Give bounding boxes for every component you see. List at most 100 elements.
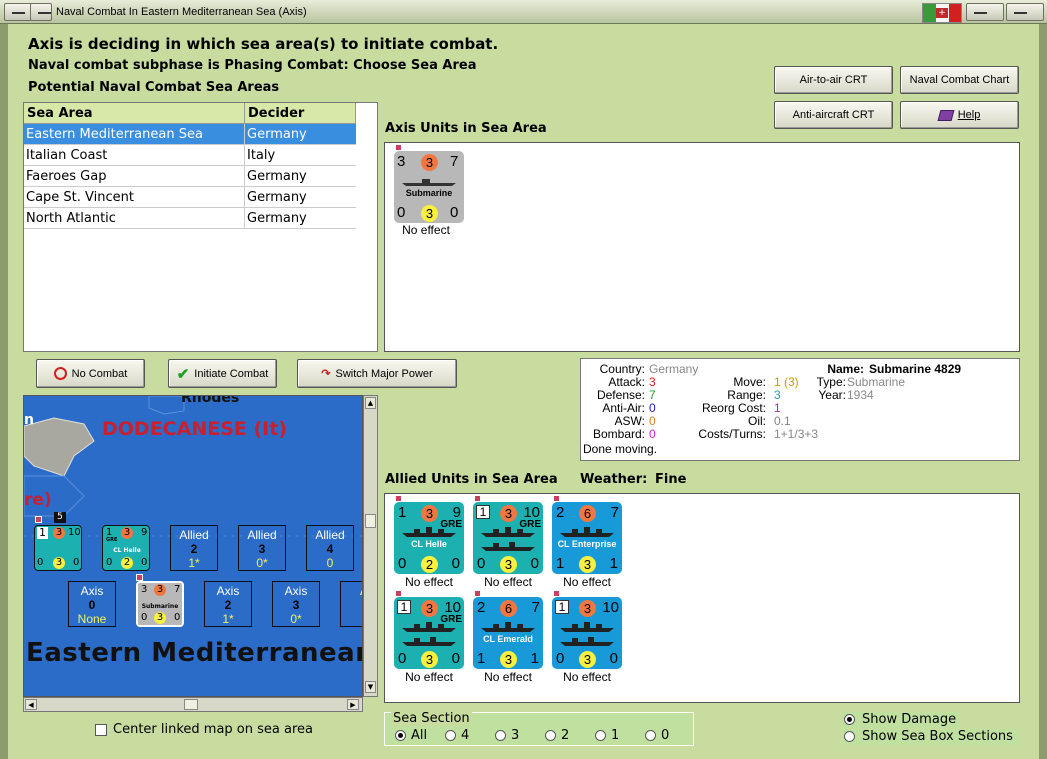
- vertical-scroll-thumb[interactable]: [365, 514, 376, 528]
- sea-section-radio-1[interactable]: [595, 730, 606, 741]
- warship-icon: [481, 542, 535, 551]
- switch-major-power-button[interactable]: ↷ Switch Major Power: [297, 359, 457, 388]
- counter-top-left: 1: [398, 504, 407, 521]
- map-box-allied-4[interactable]: Allied 4 0: [306, 525, 354, 571]
- year-label: Year:: [818, 388, 846, 402]
- nationality-marker: [395, 495, 402, 502]
- box-sub: 0*: [256, 556, 268, 570]
- row-decider: Italy: [247, 148, 276, 163]
- map-box-allied-3[interactable]: Allied 3 0*: [238, 525, 286, 571]
- map-box-axis-2[interactable]: Axis 2 1*: [204, 581, 252, 627]
- map-horizontal-scrollbar[interactable]: ◀ ▶: [23, 697, 363, 712]
- unit-counter[interactable]: 1 3 10 GRE 0 3 0: [473, 502, 543, 574]
- unit-counter[interactable]: 2 6 7 CL Emerald 1 3 1: [473, 597, 543, 669]
- map-box-axis-4[interactable]: A: [340, 581, 362, 627]
- map-vertical-scrollbar[interactable]: ▲ ▼: [363, 395, 378, 697]
- sea-section-radio-4[interactable]: [445, 730, 456, 741]
- box-label: Axis: [216, 584, 240, 598]
- help-button[interactable]: Help: [900, 101, 1019, 129]
- restore-button[interactable]: [966, 3, 1004, 21]
- map-box-axis-0[interactable]: Axis 0 None: [68, 581, 116, 627]
- map-box-allied-2[interactable]: Allied 2 1*: [170, 525, 218, 571]
- counter-bottom-center: 3: [500, 556, 517, 573]
- minimize-button[interactable]: [30, 3, 52, 21]
- counter-bottom-center: 3: [421, 651, 438, 668]
- linked-map[interactable]: Rhodes n DODECANESE (It) re) 5 1 3 10 0 …: [23, 395, 363, 697]
- table-row[interactable]: North Atlantic Germany: [24, 208, 356, 229]
- air-to-air-crt-button[interactable]: Air-to-air CRT: [774, 66, 893, 94]
- sea-section-radio-all[interactable]: [395, 730, 406, 741]
- box-label: Allied: [315, 528, 345, 542]
- oil-value: 0.1: [774, 414, 791, 428]
- name-label: Name:: [827, 362, 864, 376]
- naval-combat-chart-button[interactable]: Naval Combat Chart: [900, 66, 1019, 94]
- phase-message: Axis is deciding in which sea area(s) to…: [28, 35, 499, 53]
- counter-top-left: 3: [141, 584, 148, 595]
- map-counter-cl-helle[interactable]: 1 3 9 GRE CL Helle 0 2 0: [102, 525, 150, 571]
- counter-bottom-left: 0: [477, 555, 486, 572]
- no-combat-button[interactable]: No Combat: [36, 359, 145, 388]
- counter-tag: GRE: [106, 537, 118, 543]
- sea-section-radio-2[interactable]: [545, 730, 556, 741]
- anti-aircraft-crt-button[interactable]: Anti-aircraft CRT: [774, 101, 893, 129]
- sea-section-option-label: 0: [661, 728, 670, 743]
- sea-section-radio-3[interactable]: [495, 730, 506, 741]
- unit-counter[interactable]: 1 3 10 0 3 0: [552, 597, 622, 669]
- counter-bottom-right: 0: [141, 557, 148, 568]
- sea-area-table[interactable]: Sea Area Decider Eastern Mediterranean S…: [23, 102, 378, 352]
- map-label-dodecanese: DODECANESE (It): [102, 418, 287, 440]
- counter-bottom-left: 0: [556, 650, 565, 667]
- allied-units-title: Allied Units in Sea Area: [385, 472, 558, 487]
- map-counter-submarine[interactable]: 3 3 7 Submarine 0 3 0: [136, 581, 184, 627]
- scroll-up-icon[interactable]: ▲: [365, 397, 376, 409]
- show-damage-radio[interactable]: [844, 714, 855, 725]
- nationality-marker: [35, 516, 42, 523]
- horizontal-scroll-thumb[interactable]: [184, 699, 198, 710]
- unit-counter[interactable]: 1 3 10 GRE 0 3 0: [394, 597, 464, 669]
- system-menu-button[interactable]: [4, 3, 32, 21]
- box-sub: 1*: [188, 556, 200, 570]
- show-damage-option[interactable]: Show Damage: [842, 712, 960, 728]
- counter-top-left: 1: [397, 600, 411, 614]
- show-sections-radio[interactable]: [844, 731, 855, 742]
- table-row[interactable]: Cape St. Vincent Germany: [24, 187, 356, 208]
- unit-status: No effect: [484, 670, 532, 684]
- unit-status: No effect: [563, 575, 611, 589]
- box-sub: 0: [326, 556, 334, 570]
- table-row[interactable]: Italian Coast Italy: [24, 145, 356, 166]
- map-box-axis-3[interactable]: Axis 3 0*: [272, 581, 320, 627]
- column-header-decider[interactable]: Decider: [245, 103, 356, 124]
- box-number: 2: [190, 542, 198, 556]
- attack-value: 3: [649, 375, 656, 389]
- sea-section-radio-0[interactable]: [645, 730, 656, 741]
- scroll-down-icon[interactable]: ▼: [365, 681, 376, 693]
- show-sections-option[interactable]: Show Sea Box Sections: [842, 729, 1020, 745]
- counter-name: CL Helle: [113, 547, 141, 554]
- sea-section-option-label: 4: [461, 728, 470, 743]
- table-row[interactable]: Faeroes Gap Germany: [24, 166, 356, 187]
- naval-combat-chart-label: Naval Combat Chart: [909, 74, 1010, 86]
- unit-counter[interactable]: 1 3 9 GRE CL Helle 0 2 0: [394, 502, 464, 574]
- warship-icon: [560, 637, 614, 646]
- scroll-left-icon[interactable]: ◀: [25, 699, 37, 710]
- counter-attack: 3: [421, 154, 438, 171]
- box-number: 3: [258, 542, 266, 556]
- initiate-combat-button[interactable]: ✔ Initiate Combat: [168, 359, 277, 388]
- unit-counter-submarine[interactable]: 3 3 7 Submarine 0 3 0: [394, 151, 464, 223]
- map-counter-stack[interactable]: 1 3 10 0 3 0: [34, 525, 82, 571]
- switch-major-power-label: Switch Major Power: [335, 367, 433, 380]
- box-label: Allied: [247, 528, 277, 542]
- counter-bottom-left: 1: [477, 650, 486, 667]
- sea-section-option-label: 2: [561, 728, 570, 743]
- scroll-right-icon[interactable]: ▶: [347, 699, 359, 710]
- potential-areas-heading: Potential Naval Combat Sea Areas: [28, 80, 280, 95]
- show-damage-label: Show Damage: [862, 712, 957, 727]
- warship-icon: [402, 527, 456, 537]
- close-button[interactable]: [1006, 3, 1044, 21]
- center-link-checkbox[interactable]: [95, 724, 107, 736]
- map-label-n: n: [24, 412, 34, 428]
- unit-counter[interactable]: 2 6 7 CL Enterprise 1 3 1: [552, 502, 622, 574]
- show-sections-label: Show Sea Box Sections: [862, 729, 1013, 744]
- table-row[interactable]: Eastern Mediterranean Sea Germany: [24, 124, 356, 145]
- column-header-sea-area[interactable]: Sea Area: [24, 103, 245, 124]
